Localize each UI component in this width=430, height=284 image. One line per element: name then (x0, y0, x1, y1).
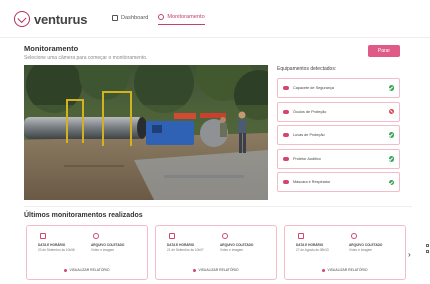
file-icon (222, 233, 228, 239)
side-control-icon[interactable] (426, 250, 429, 253)
monitoring-card[interactable]: DATA E HORÁRIO ARQUIVO COLETADO 20 de Se… (26, 225, 148, 280)
main-nav: Dashboard Monitoramento (112, 13, 215, 25)
equipment-item-goggles: Óculos de Proteção (277, 101, 400, 122)
page-subtitle: Selecione uma câmera para começar o moni… (24, 55, 148, 61)
file-label: ARQUIVO COLETADO (91, 243, 125, 247)
top-bar: venturus Dashboard Monitoramento (0, 0, 430, 38)
equipment-label: Capacete de Segurança (293, 86, 334, 90)
nav-item-label: Dashboard (121, 14, 149, 21)
date-value: 27 de Agosto às 08h33 (296, 248, 329, 252)
headphones-icon (283, 156, 289, 161)
recent-title: Últimos monitoramentos realizados (24, 212, 143, 219)
venturus-logo-icon (14, 11, 30, 27)
file-value: Vídeo e imagem (91, 248, 115, 252)
goggles-icon (283, 109, 289, 114)
gloves-icon (283, 133, 289, 138)
check-icon (388, 156, 394, 162)
file-value: Vídeo e imagem (349, 248, 373, 252)
file-label: ARQUIVO COLETADO (220, 243, 254, 247)
brand-name: venturus (34, 11, 88, 27)
report-icon (64, 268, 68, 272)
calendar-icon (298, 233, 304, 239)
equipment-item-mask: Máscara e Respirador (277, 172, 400, 193)
view-report-label: VISUALIZAR RELATÓRIO (69, 268, 110, 272)
view-report-link[interactable]: VISUALIZAR RELATÓRIO (285, 268, 405, 272)
nav-item-dashboard[interactable]: Dashboard (112, 13, 148, 25)
equipment-label: Máscara e Respirador (293, 180, 331, 185)
monitor-icon (158, 14, 165, 20)
view-report-label: VISUALIZAR RELATÓRIO (327, 268, 368, 272)
stop-button[interactable]: Parar (368, 45, 400, 57)
calendar-icon (40, 233, 46, 239)
section-divider (24, 206, 412, 207)
check-icon (388, 85, 394, 91)
report-icon (322, 268, 326, 272)
equipment-item-helmet: Capacete de Segurança (277, 78, 400, 98)
dashboard-icon (112, 14, 118, 21)
equipment-item-ear-protector: Protetor Auditivo (277, 148, 400, 169)
view-report-link[interactable]: VISUALIZAR RELATÓRIO (27, 268, 147, 272)
side-controls (426, 244, 430, 256)
file-value: Vídeo e imagem (220, 248, 244, 252)
monitoring-card[interactable]: DATA E HORÁRIO ARQUIVO COLETADO 21 de Se… (155, 225, 277, 280)
camera-feed-image (24, 65, 268, 200)
nav-item-monitoramento[interactable]: Monitoramento (158, 13, 205, 25)
file-label: ARQUIVO COLETADO (349, 243, 383, 247)
equipment-title: Equipamentos detectados: (277, 66, 337, 72)
equipment-label: Óculos de Proteção (293, 109, 327, 114)
date-value: 21 de Setembro às 10h07 (167, 248, 204, 252)
mask-icon (283, 180, 289, 185)
brand-logo[interactable]: venturus (14, 11, 88, 27)
equipment-label: Protetor Auditivo (293, 156, 321, 161)
equipment-item-gloves: Luvas de Proteção (277, 125, 400, 146)
check-icon (388, 179, 394, 186)
date-label: DATA E HORÁRIO (167, 243, 195, 247)
monitoring-card[interactable]: DATA E HORÁRIO ARQUIVO COLETADO 27 de Ag… (284, 225, 406, 280)
file-icon (351, 233, 357, 239)
equipment-list: Capacete de Segurança Óculos de Proteção… (277, 78, 400, 196)
side-control-icon[interactable] (426, 244, 429, 247)
calendar-icon (169, 233, 175, 239)
report-icon (193, 268, 197, 272)
date-label: DATA E HORÁRIO (296, 243, 324, 247)
view-report-link[interactable]: VISUALIZAR RELATÓRIO (156, 268, 276, 272)
nav-item-label: Monitoramento (167, 14, 205, 20)
date-label: DATA E HORÁRIO (38, 243, 66, 247)
chevron-right-icon[interactable]: › (408, 250, 411, 259)
view-report-label: VISUALIZAR RELATÓRIO (198, 268, 239, 272)
equipment-label: Luvas de Proteção (293, 133, 325, 138)
check-icon (388, 132, 394, 138)
helmet-icon (283, 86, 289, 90)
date-value: 20 de Setembro às 10h56 (38, 248, 75, 252)
file-icon (93, 233, 99, 239)
error-icon (388, 108, 394, 115)
page-title: Monitoramento (24, 44, 79, 53)
camera-feed[interactable] (24, 65, 268, 200)
